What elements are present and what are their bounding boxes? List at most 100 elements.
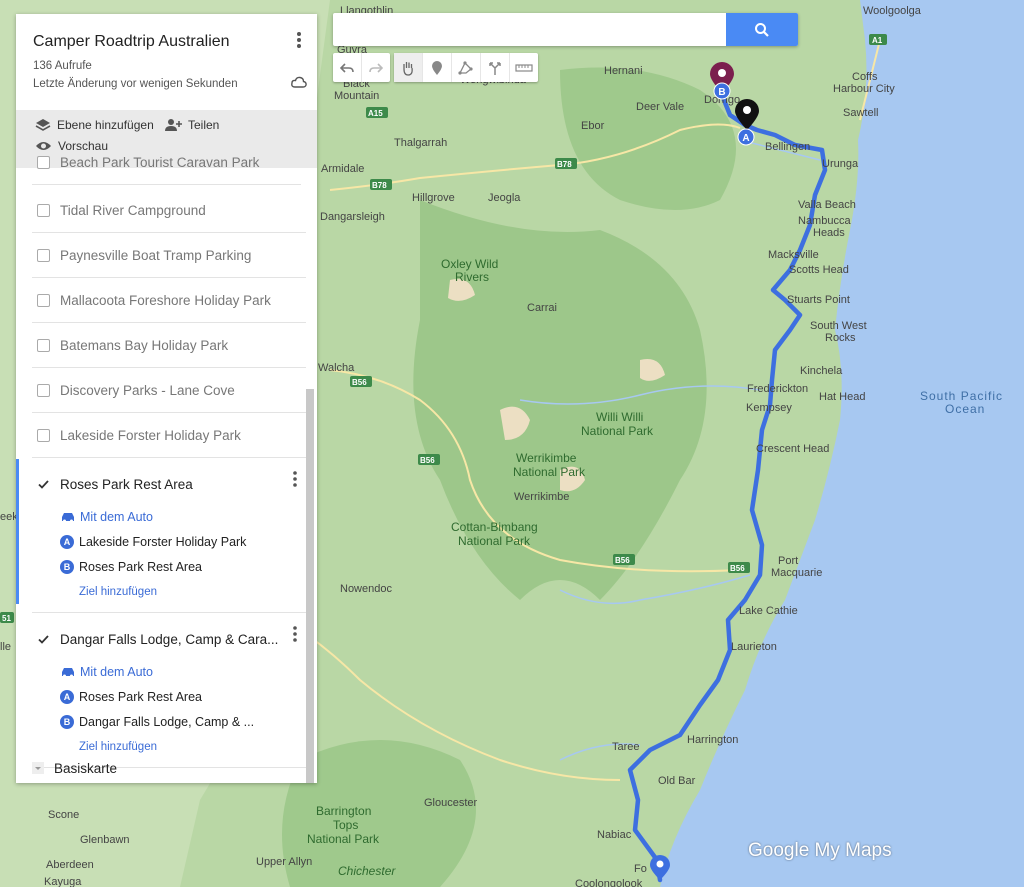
label-port: Port — [778, 555, 798, 567]
layer-checkbox-checked[interactable] — [37, 632, 50, 646]
svg-text:A1: A1 — [872, 36, 883, 45]
pan-tool-button[interactable] — [394, 53, 423, 82]
basemap-label: Basiskarte — [54, 760, 118, 776]
panel-scrollbar[interactable] — [306, 389, 314, 783]
road-shield-a15: A15 — [366, 107, 388, 118]
label-cottan-np: National Park — [458, 534, 531, 548]
label-werrikimbe: Werrikimbe — [514, 491, 569, 503]
layer-item[interactable]: Beach Park Tourist Caravan Park — [32, 154, 301, 185]
basemap-toggle[interactable]: Basiskarte — [32, 753, 117, 783]
layer-options-icon[interactable] — [290, 625, 300, 643]
layer-checkbox[interactable] — [37, 248, 50, 262]
layer-item[interactable]: Tidal River Campground — [32, 188, 306, 233]
measure-button[interactable] — [510, 53, 538, 82]
label-hillgrove: Hillgrove — [412, 192, 455, 204]
share-button[interactable]: Teilen — [164, 118, 219, 132]
layer-item[interactable]: Discovery Parks - Lane Cove — [32, 368, 306, 413]
route-layer-label: Roses Park Rest Area — [60, 476, 193, 492]
layer-item[interactable]: Mallacoota Foreshore Holiday Park — [32, 278, 306, 323]
undo-button[interactable] — [333, 53, 362, 82]
label-glenbawn: Glenbawn — [80, 834, 130, 846]
label-south-pacific: South Pacific — [920, 389, 1003, 403]
route-layer-dangar[interactable]: Dangar Falls Lodge, Camp & Cara... Mit d… — [32, 613, 306, 768]
map-title[interactable]: Camper Roadtrip Australien — [33, 33, 230, 51]
layer-item[interactable]: Batemans Bay Holiday Park — [32, 323, 306, 368]
layer-checkbox[interactable] — [37, 203, 50, 217]
route-stop-b[interactable]: B Roses Park Rest Area — [32, 554, 306, 579]
layer-label: Discovery Parks - Lane Cove — [60, 382, 235, 398]
layer-label: Tidal River Campground — [60, 202, 206, 218]
layer-checkbox-checked[interactable] — [37, 477, 50, 491]
label-walcha: Walcha — [318, 362, 355, 374]
label-coolongolook: Coolongolook — [575, 878, 643, 887]
svg-text:B: B — [718, 87, 725, 98]
draw-line-button[interactable] — [452, 53, 481, 82]
label-gloucester: Gloucester — [424, 797, 478, 809]
hand-icon — [403, 61, 413, 76]
layer-options-icon[interactable] — [290, 470, 300, 488]
route-stop-a[interactable]: A Lakeside Forster Holiday Park — [32, 529, 306, 554]
label-oxley: Oxley Wild — [441, 257, 498, 271]
stop-label: Roses Park Rest Area — [79, 559, 202, 574]
view-count: 136 Aufrufe — [33, 60, 92, 72]
label-willi-willi: Willi Willi — [596, 410, 643, 424]
stop-label: Lakeside Forster Holiday Park — [79, 534, 247, 549]
svg-text:B56: B56 — [420, 456, 435, 465]
add-person-icon — [165, 119, 182, 131]
layer-checkbox[interactable] — [37, 338, 50, 352]
search-button[interactable] — [726, 13, 798, 46]
stop-a-icon: A — [60, 689, 74, 704]
redo-button[interactable] — [362, 53, 390, 82]
label-ebor: Ebor — [581, 120, 605, 132]
label-jeogla: Jeogla — [488, 192, 521, 204]
panel-header: Camper Roadtrip Australien 136 Aufrufe L… — [16, 14, 317, 110]
check-icon — [38, 479, 49, 489]
label-urunga: Urunga — [822, 158, 859, 170]
label-crescent-head: Crescent Head — [756, 443, 829, 455]
add-marker-button[interactable] — [423, 53, 452, 82]
label-kempsey: Kempsey — [746, 402, 792, 414]
search-icon — [755, 22, 769, 37]
selected-layer-indicator — [16, 459, 19, 604]
cloud-saved-icon — [291, 76, 307, 88]
layer-label: Lakeside Forster Holiday Park — [60, 427, 241, 443]
layer-checkbox[interactable] — [37, 293, 50, 307]
layer-item[interactable]: Paynesville Boat Tramp Parking — [32, 233, 306, 278]
layer-checkbox[interactable] — [37, 383, 50, 397]
label-barrington-np: National Park — [307, 832, 380, 846]
route-layer-title: Roses Park Rest Area — [32, 464, 306, 504]
layer-checkbox[interactable] — [37, 155, 50, 169]
label-ville: lle — [0, 641, 11, 653]
route-stop-a[interactable]: A Roses Park Rest Area — [32, 684, 306, 709]
car-icon — [62, 512, 74, 522]
label-harbour-city: Harbour City — [833, 83, 895, 95]
route-stop-b[interactable]: B Dangar Falls Lodge, Camp & ... — [32, 709, 306, 734]
redo-icon — [369, 62, 383, 73]
road-shield-b56: B56 — [350, 376, 372, 387]
search-input[interactable] — [341, 13, 725, 46]
expand-arrow-icon — [32, 762, 44, 774]
add-destination-link[interactable]: Ziel hinzufügen — [32, 579, 306, 604]
label-kayuga: Kayuga — [44, 876, 82, 887]
add-layer-button[interactable]: Ebene hinzufügen — [35, 118, 154, 132]
route-layer-label: Dangar Falls Lodge, Camp & Cara... — [60, 631, 279, 647]
travel-mode[interactable]: Mit dem Auto — [32, 504, 306, 529]
marker-a-route[interactable]: A — [737, 128, 755, 146]
layer-item[interactable]: Lakeside Forster Holiday Park — [32, 413, 306, 458]
label-lake-cathie: Lake Cathie — [739, 605, 798, 617]
route-layer-roses[interactable]: Roses Park Rest Area Mit dem Auto A Lake… — [32, 458, 306, 613]
travel-mode[interactable]: Mit dem Auto — [32, 659, 306, 684]
label-woolgoolga: Woolgoolga — [863, 5, 922, 17]
label-werrikimbe-np: Werrikimbe — [516, 451, 577, 465]
preview-button[interactable]: Vorschau — [35, 139, 108, 153]
directions-button[interactable] — [481, 53, 510, 82]
label-harrington: Harrington — [687, 734, 738, 746]
label-hernani: Hernani — [604, 65, 643, 77]
layer-checkbox[interactable] — [37, 428, 50, 442]
stop-label: Roses Park Rest Area — [79, 689, 202, 704]
more-options-icon[interactable] — [291, 30, 307, 50]
label-barrington: Barrington — [316, 804, 371, 818]
label-bellingen: Bellingen — [765, 141, 810, 153]
marker-b-route[interactable]: B — [713, 82, 731, 100]
last-change: Letzte Änderung vor wenigen Sekunden — [33, 78, 238, 90]
